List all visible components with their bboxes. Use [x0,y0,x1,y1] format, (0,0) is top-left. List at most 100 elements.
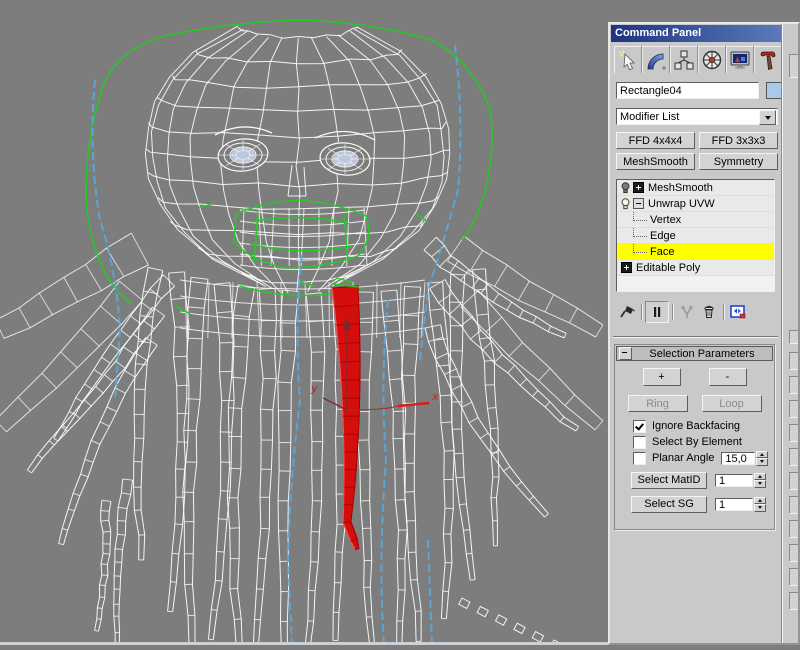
planar-angle-label: Planar Angle [652,452,715,464]
display-monitor-icon [730,51,749,69]
show-end-result-icon[interactable] [645,301,669,323]
stack-subitem-vertex[interactable]: Vertex [617,212,774,228]
tab-hierarchy[interactable] [670,46,698,73]
make-unique-icon [676,302,698,322]
partial-button [789,424,798,442]
tab-motion[interactable] [698,46,726,73]
spinner-down-icon[interactable] [756,457,769,466]
panel-divider [613,336,778,338]
select-by-element-label: Select By Element [652,436,742,448]
ignore-backfacing-checkbox[interactable] [633,419,646,433]
command-panel-titlebar[interactable]: Command Panel [611,25,797,42]
stack-item-unwrap-uvw[interactable]: Unwrap UVW [617,196,774,212]
stack-item-label: Face [650,245,675,258]
rollout-header[interactable]: Selection Parameters [616,346,773,361]
remove-modifier-icon[interactable] [698,302,720,322]
spinner-down-icon[interactable] [754,503,766,512]
application-window: z y x Command Panel Rectangle04 Modifier L… [0,0,800,650]
svg-text:y: y [310,382,318,395]
command-panel: Command Panel Rectangle04 Modifier List … [608,22,800,645]
toolbar-separator [672,304,673,320]
planar-angle-checkbox[interactable] [633,451,646,465]
symmetry-button[interactable]: Symmetry [699,153,778,170]
modifier-stack: MeshSmooth Unwrap UVW Vertex Edge Face E… [616,179,775,292]
ffd3x3x3-button[interactable]: FFD 3x3x3 [699,132,778,149]
spinner-down-icon[interactable] [754,479,766,488]
tab-display[interactable] [726,46,754,73]
svg-text:x: x [431,390,439,403]
sg-spinner[interactable] [754,496,766,512]
stack-subitem-face-selected[interactable]: Face [617,244,774,260]
stack-subitem-edge[interactable]: Edge [617,228,774,244]
bulb-on-icon[interactable] [617,197,633,210]
select-sg-button[interactable]: Select SG [631,495,707,513]
command-panel-tabs [614,46,782,75]
spinner-up-icon[interactable] [754,496,766,504]
tab-create[interactable] [614,46,642,73]
configure-modifier-sets-icon[interactable] [727,302,749,322]
tree-branch-icon [633,244,647,253]
partial-button [789,520,798,538]
matid-field[interactable]: 1 [715,473,753,487]
ring-loop-row: Ring Loop [615,395,774,412]
matid-spinner[interactable] [754,472,766,488]
shrink-selection-button[interactable]: - [708,368,747,386]
selection-parameters-rollout: Selection Parameters + - Ring Loop Ignor… [614,344,775,530]
hierarchy-icon [674,50,693,69]
planar-angle-spinner[interactable] [756,450,769,466]
select-by-element-checkbox[interactable] [633,435,646,449]
stack-item-label: Editable Poly [636,261,701,274]
motion-wheel-icon [702,50,721,69]
partial-button [789,400,798,418]
meshsmooth-button[interactable]: MeshSmooth [616,153,695,170]
sg-field[interactable]: 1 [715,497,753,511]
stack-item-label: MeshSmooth [648,181,713,194]
partial-tab [789,54,798,78]
tree-branch-icon [633,228,647,237]
tree-branch-icon [633,212,647,221]
create-arrow-icon [618,49,635,70]
ring-button: Ring [627,395,688,412]
command-panel-title: Command Panel [615,27,702,39]
grow-selection-button[interactable]: + [642,368,681,386]
object-name-row [616,82,786,99]
spinner-up-icon[interactable] [756,450,769,458]
partial-rollout-header [789,330,798,344]
partial-button [789,496,798,514]
stack-item-editable-poly[interactable]: Editable Poly [617,260,774,276]
rollout-collapse-icon[interactable] [619,347,632,360]
bulb-off-icon[interactable] [617,181,633,194]
stack-item-label: Unwrap UVW [648,197,715,210]
grow-shrink-row: + - [615,368,774,386]
stack-toolbar [616,300,776,324]
toolbar-separator [723,304,724,320]
modify-arc-icon [647,53,666,70]
rollout-title: Selection Parameters [649,347,755,360]
select-by-element-row: Select By Element [633,435,742,449]
pin-stack-icon[interactable] [616,302,638,322]
ignore-backfacing-row: Ignore Backfacing [633,419,740,433]
partial-button [789,592,798,610]
planar-angle-field[interactable]: 15,0 [721,451,756,465]
object-name-field[interactable] [616,82,759,99]
stack-item-label: Edge [650,229,676,242]
modifier-list-label: Modifier List [620,111,680,123]
collapse-minus-icon[interactable] [633,198,644,209]
spinner-up-icon[interactable] [754,472,766,480]
partial-button [789,448,798,466]
loop-button: Loop [701,395,762,412]
stack-item-label: Vertex [650,213,682,226]
svg-text:z: z [349,308,356,321]
stack-item-meshsmooth[interactable]: MeshSmooth [617,180,774,196]
expand-plus-icon[interactable] [621,262,632,273]
ffd4x4x4-button[interactable]: FFD 4x4x4 [616,132,695,149]
modifier-list-dropdown[interactable]: Modifier List [616,108,778,125]
chevron-down-icon [764,115,771,123]
select-matid-button[interactable]: Select MatID [631,471,707,489]
dropdown-button[interactable] [759,110,776,125]
planar-angle-row: Planar Angle 15,0 [633,450,769,466]
tab-utilities[interactable] [754,46,782,73]
expand-plus-icon[interactable] [633,182,644,193]
tab-modify[interactable] [642,46,670,73]
partial-button [789,544,798,562]
